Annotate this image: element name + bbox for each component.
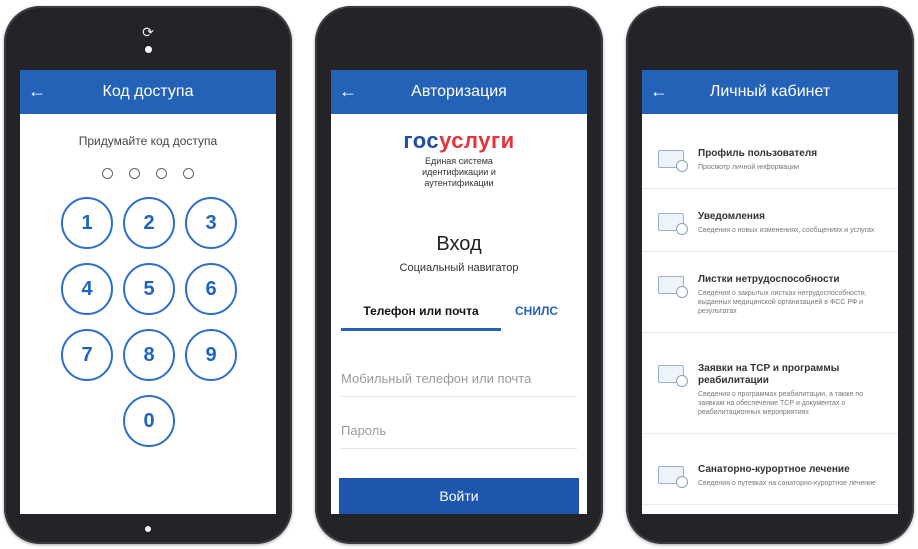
menu-item-desc: Сведения о программах реабилитации, а та… [698,391,864,416]
app-bar: ← Авторизация [331,70,587,114]
key-0[interactable]: 0 [123,395,175,447]
profile-card-icon [658,150,688,172]
front-camera [144,46,152,53]
tab-snils[interactable]: СНИЛС [515,304,558,331]
logo-part-gos: гос [403,128,440,153]
cabinet-menu: Профиль пользователя Просмотр личной инфо… [642,132,898,505]
key-5[interactable]: 5 [123,263,175,315]
document-card-icon [658,276,688,298]
logo-subtitle-line: аутентификации [424,178,494,188]
menu-item-profile[interactable]: Профиль пользователя Просмотр личной инфо… [642,132,898,189]
login-button[interactable]: Войти [339,478,579,514]
login-title: Вход [436,233,482,255]
keypad: 1 2 3 4 5 6 7 8 9 0 [20,197,276,447]
phone-pin-screen: ⟳ ← Код доступа Придумайте код доступа 1… [4,6,292,544]
logo-subtitle-line: идентификации и [422,167,496,177]
pin-screen: ← Код доступа Придумайте код доступа 1 2… [20,70,276,514]
key-9[interactable]: 9 [185,329,237,381]
pin-dot [102,168,113,179]
menu-item-title: Санаторно-курортное лечение [698,464,850,475]
notification-card-icon [658,213,688,235]
arrow-left-icon[interactable]: ← [26,80,48,102]
pin-dot [129,168,140,179]
menu-item-desc: Сведения о путевках на санаторно-курортн… [698,480,876,487]
logo-subtitle-line: Единая система [425,156,493,166]
tab-phone-or-email[interactable]: Телефон или почта [341,304,501,331]
key-1[interactable]: 1 [61,197,113,249]
phone-cabinet-screen: ← Личный кабинет Профиль пользователя Про… [626,6,914,544]
home-indicator [145,526,151,532]
page-title: Авторизация [411,83,507,100]
logo-part-uslugi: услуги [439,128,515,153]
menu-item-title: Профиль пользователя [698,148,818,159]
pin-indicator [20,168,276,179]
menu-item-tsr-requests[interactable]: Заявки на ТСР и программы реабилитации Св… [642,347,898,434]
arrow-left-icon[interactable]: ← [337,80,359,102]
app-bar: ← Код доступа [20,70,276,114]
key-3[interactable]: 3 [185,197,237,249]
gosuslugi-logo: госуслуги [331,128,587,154]
key-6[interactable]: 6 [185,263,237,315]
menu-item-notifications[interactable]: Уведомления Сведения о новых изменениях, … [642,195,898,252]
menu-item-desc: Просмотр личной информации [698,164,800,171]
auth-screen: ← Авторизация госуслуги Единая система и… [331,70,587,514]
sanatorium-card-icon [658,466,688,488]
request-card-icon [658,365,688,387]
menu-item-desc: Сведения о закрытых листках нетрудоспосо… [698,290,867,315]
key-8[interactable]: 8 [123,329,175,381]
menu-item-sanatorium[interactable]: Санаторно-курортное лечение Сведения о пу… [642,448,898,505]
menu-item-sick-leave[interactable]: Листки нетрудоспособности Сведения о закр… [642,258,898,333]
page-title: Личный кабинет [709,83,831,100]
menu-item-title: Уведомления [698,211,765,222]
pin-dot [156,168,167,179]
arrow-left-icon[interactable]: ← [648,80,670,102]
logo-subtitle: Единая система идентификации и аутентифи… [331,156,587,189]
key-4[interactable]: 4 [61,263,113,315]
key-2[interactable]: 2 [123,197,175,249]
cabinet-screen: ← Личный кабинет Профиль пользователя Про… [642,70,898,514]
pin-prompt: Придумайте код доступа [78,134,218,148]
login-subtitle: Социальный навигатор [399,262,519,274]
phone-or-email-field[interactable]: Мобильный телефон или почта [341,361,577,397]
menu-item-title: Листки нетрудоспособности [698,274,840,285]
password-field[interactable]: Пароль [341,413,577,449]
menu-item-title: Заявки на ТСР и программы реабилитации [698,363,840,386]
menu-item-desc: Сведения о новых изменениях, сообщениях … [698,227,875,234]
refresh-icon: ⟳ [142,24,154,40]
pin-dot [183,168,194,179]
key-7[interactable]: 7 [61,329,113,381]
phone-auth-screen: ← Авторизация госуслуги Единая система и… [315,6,603,544]
page-title: Код доступа [102,83,194,100]
app-bar: ← Личный кабинет [642,70,898,114]
login-tabs: Телефон или почта СНИЛС [331,304,587,331]
